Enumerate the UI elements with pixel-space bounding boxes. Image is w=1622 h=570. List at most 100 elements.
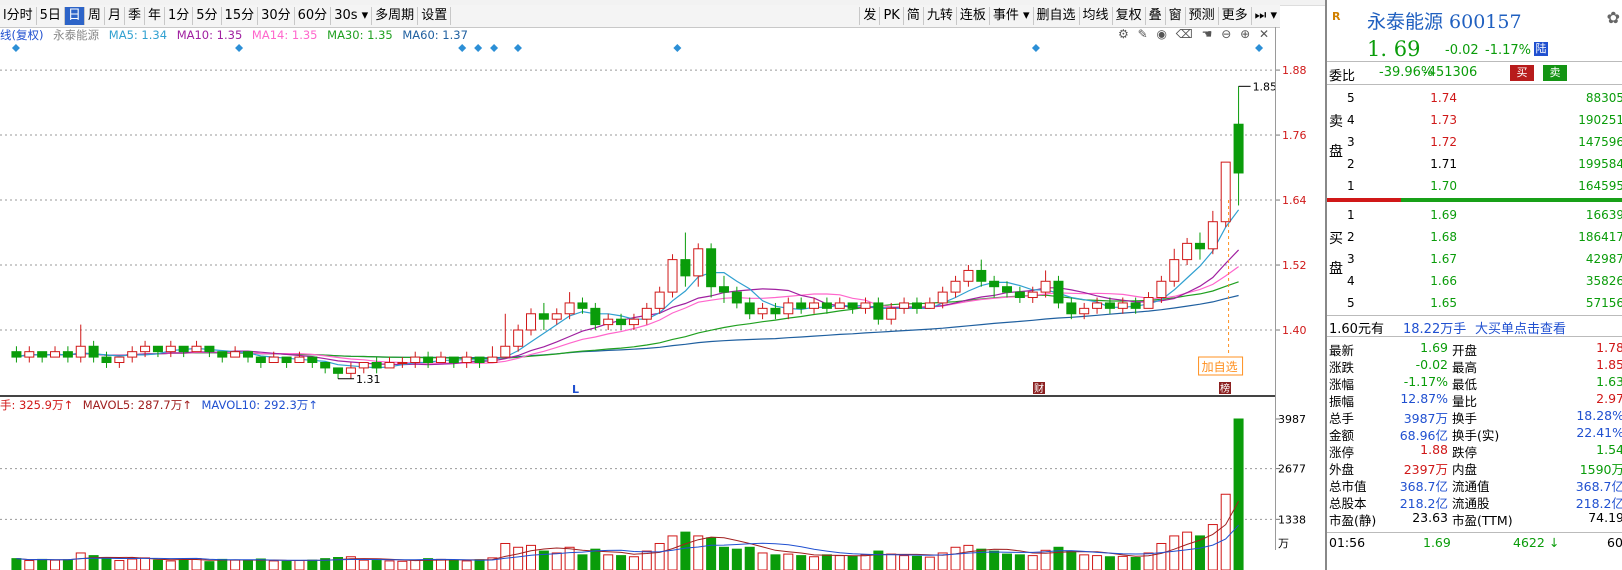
big-order-line[interactable]: 1.60元有 18.22万手 大买单点击查看: [1327, 315, 1622, 337]
buy-button[interactable]: 买: [1510, 65, 1534, 81]
mark-cai[interactable]: 财: [1034, 382, 1044, 395]
ma60-label: MA60: 1.37: [402, 28, 468, 42]
period-tab-10[interactable]: 30分: [258, 7, 295, 25]
tool-button-8[interactable]: 复权: [1111, 7, 1145, 25]
volume-bar: [989, 550, 1000, 570]
quote-panel: R 永泰能源 600157 ✿ 1. 69 -0.02 -1.17% 陆 委比 …: [1325, 0, 1622, 570]
big-order-link[interactable]: 大买单点击查看: [1475, 318, 1566, 337]
volume-legend: 手: 325.9万↑ MAVOL5: 287.7万↑ MAVOL10: 292.…: [0, 397, 324, 413]
order-price: 1.73: [1430, 113, 1457, 127]
buy-side-label-2: 盘: [1329, 261, 1343, 277]
stock-title: 永泰能源 600157: [1367, 11, 1522, 33]
mark-L[interactable]: L: [572, 383, 579, 395]
stat-row: 金额 68.96亿 换手(实) 22.41%: [1327, 424, 1622, 443]
period-tab-13[interactable]: 多周期: [372, 7, 419, 25]
mark-bang[interactable]: 榜: [1220, 382, 1230, 395]
order-row[interactable]: 5 1.74 88305: [1347, 87, 1622, 109]
tool-button-7[interactable]: 均线: [1078, 7, 1112, 25]
order-row[interactable]: 3 1.67 42987: [1347, 248, 1622, 270]
order-qty: 164595: [1578, 179, 1622, 193]
tool-button-13[interactable]: ⏭ ▾: [1250, 7, 1280, 25]
tool-button-9[interactable]: 叠: [1144, 7, 1165, 25]
tool-button-5[interactable]: 事件 ▾: [988, 7, 1033, 25]
tool-button-12[interactable]: 更多: [1217, 7, 1251, 25]
close-icon[interactable]: ✕: [1259, 27, 1269, 41]
tool-button-10[interactable]: 窗: [1164, 7, 1185, 25]
eye-icon[interactable]: ◉: [1156, 27, 1166, 41]
period-tab-14[interactable]: 设置: [418, 7, 452, 25]
event-marker[interactable]: [673, 44, 682, 52]
candle-body: [628, 318, 639, 326]
candle-body: [461, 356, 472, 364]
volume-bar: [706, 537, 717, 570]
sell-button[interactable]: 卖: [1543, 65, 1567, 81]
volume-bar: [654, 542, 665, 570]
volume-bar: [37, 558, 48, 570]
candle-body: [333, 367, 344, 374]
low-label: 1.31: [356, 373, 381, 386]
settings-icon[interactable]: ⚙: [1118, 27, 1129, 41]
candle-body: [770, 307, 781, 315]
candle-body: [821, 302, 832, 309]
tool-button-3[interactable]: 九转: [922, 7, 956, 25]
period-tab-6[interactable]: 年: [145, 7, 165, 25]
order-row[interactable]: 1 1.69 16639: [1347, 204, 1622, 226]
zoom-out-icon[interactable]: ⊖: [1221, 27, 1231, 41]
order-row[interactable]: 4 1.66 35826: [1347, 270, 1622, 292]
add-watch-label[interactable]: 加自选: [1202, 360, 1238, 374]
period-tab-1[interactable]: 5日: [37, 7, 65, 25]
order-row[interactable]: 3 1.72 147596: [1347, 131, 1622, 153]
volume-chart[interactable]: [0, 415, 1275, 570]
event-marker[interactable]: [490, 44, 499, 52]
candle-body: [1194, 242, 1205, 250]
candle-body: [641, 307, 652, 320]
period-tab-3[interactable]: 周: [85, 7, 105, 25]
ma-legend: 线(复权) 永泰能源 MA5: 1.34 MA10: 1.35 MA14: 1.…: [0, 27, 1280, 43]
event-marker[interactable]: [458, 44, 467, 52]
event-marker[interactable]: [11, 44, 20, 52]
event-marker[interactable]: [474, 44, 483, 52]
order-row[interactable]: 1 1.70 164595: [1347, 175, 1622, 197]
tool-button-6[interactable]: 删自选: [1032, 7, 1079, 25]
order-row[interactable]: 2 1.71 199584: [1347, 153, 1622, 175]
chart-prefix: 线(复权): [0, 28, 44, 42]
toolbar-right: 发 PK 简九转 连板 事件 ▾ 删自选 均线 复权叠窗预测 更多 ⏭ ▾: [859, 5, 1280, 27]
period-tab-8[interactable]: 5分: [193, 7, 222, 25]
order-level: 1: [1347, 208, 1355, 222]
order-row[interactable]: 2 1.68 186417: [1347, 226, 1622, 248]
period-tab-12[interactable]: 30s ▾: [331, 7, 373, 25]
order-row[interactable]: 4 1.73 190251: [1347, 109, 1622, 131]
tool-button-11[interactable]: 预测: [1184, 7, 1218, 25]
period-tab-4[interactable]: 月: [105, 7, 125, 25]
period-tab-11[interactable]: 60分: [295, 7, 332, 25]
event-marker[interactable]: [513, 44, 522, 52]
period-tab-9[interactable]: 15分: [222, 7, 259, 25]
period-tab-5[interactable]: 季: [125, 7, 145, 25]
period-tab-2[interactable]: 日: [64, 7, 85, 25]
volume-bar: [358, 559, 369, 570]
candle-body: [899, 302, 910, 309]
trash-icon[interactable]: ⌫: [1176, 27, 1193, 41]
pen-icon[interactable]: ✎: [1138, 27, 1148, 41]
order-row[interactable]: 5 1.65 57156: [1347, 292, 1622, 314]
stat-value: 23.63: [1412, 510, 1448, 525]
tool-button-1[interactable]: PK: [879, 7, 902, 25]
tool-button-2[interactable]: 简: [902, 7, 923, 25]
period-tab-7[interactable]: 1分: [165, 7, 194, 25]
r-badge: R: [1332, 10, 1341, 23]
hand-icon[interactable]: ☚: [1202, 27, 1213, 41]
zoom-in-icon[interactable]: ⊕: [1240, 27, 1250, 41]
tool-button-0[interactable]: 发: [859, 7, 879, 25]
event-marker[interactable]: [235, 44, 244, 52]
tick-price: 1.69: [1423, 535, 1451, 550]
event-marker[interactable]: [1031, 44, 1040, 52]
event-marker[interactable]: [1255, 44, 1264, 52]
volume-bar: [307, 559, 318, 570]
period-tab-0[interactable]: l分时: [0, 7, 37, 25]
tick-time: 01:56: [1329, 535, 1366, 550]
gear-icon[interactable]: ✿: [1607, 8, 1620, 27]
tool-button-4[interactable]: 连板: [955, 7, 989, 25]
volume-bar: [1066, 550, 1077, 570]
stat-row: 外盘 2397万 内盘 1590万: [1327, 458, 1622, 477]
candlestick-chart[interactable]: 1.31 1.85 加自选 L 财 榜: [0, 43, 1275, 395]
